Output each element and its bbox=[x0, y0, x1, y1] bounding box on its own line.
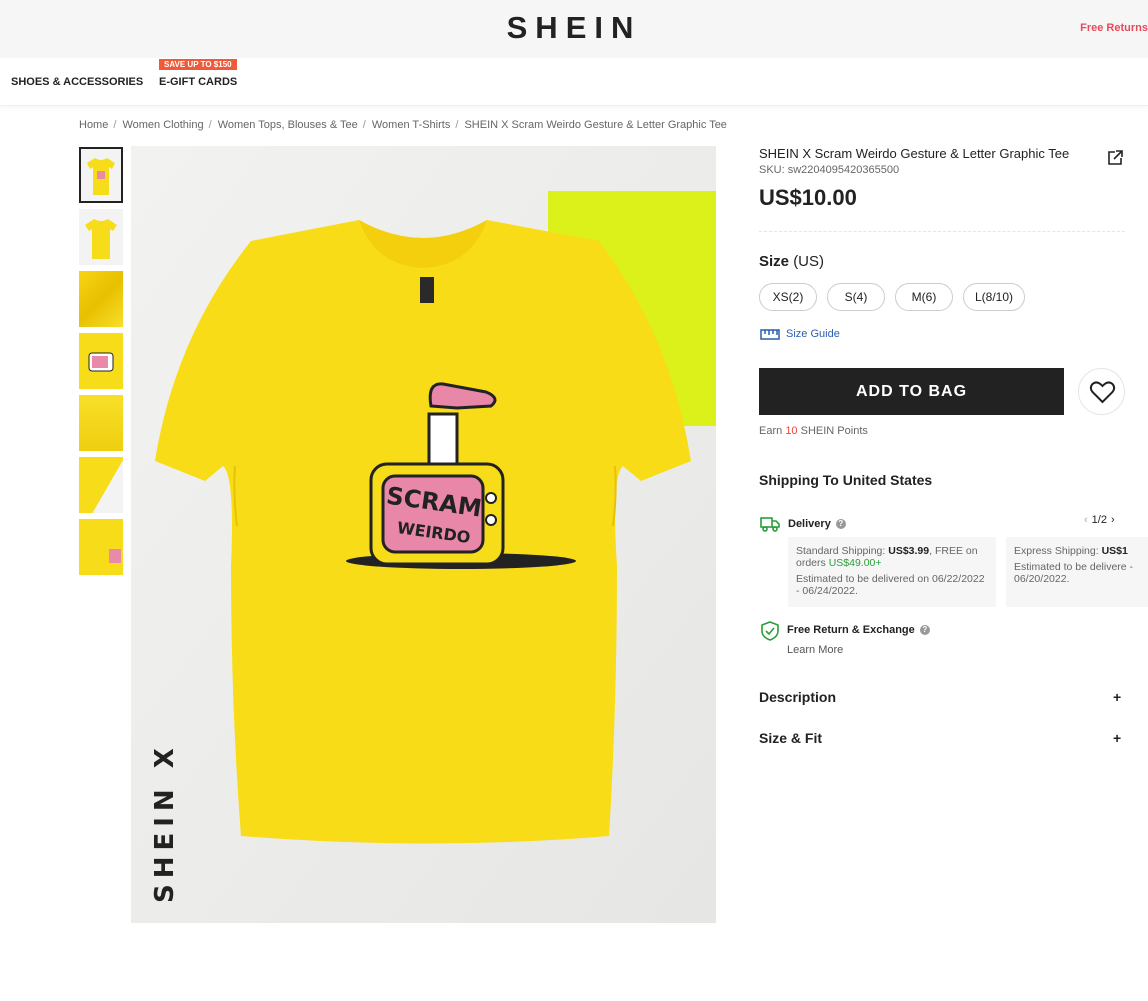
shein-logo[interactable]: SHEIN bbox=[0, 10, 1148, 46]
shein-points-text: Earn 10 SHEIN Points bbox=[759, 425, 868, 437]
thumbnail-4[interactable] bbox=[79, 333, 123, 389]
shipping-heading: Shipping To United States bbox=[759, 472, 933, 488]
learn-more-link[interactable]: Learn More bbox=[787, 644, 843, 656]
size-guide-link[interactable]: Size Guide bbox=[760, 328, 840, 340]
description-expand-icon[interactable]: + bbox=[1113, 689, 1121, 705]
thumbnail-3[interactable] bbox=[79, 271, 123, 327]
breadcrumb-women-tshirts[interactable]: Women T-Shirts bbox=[372, 119, 450, 131]
free-return-label: Free Return & Exchange ? bbox=[787, 624, 930, 636]
nav-bar: SHOES & ACCESSORIES SAVE UP TO $150 E-GI… bbox=[0, 58, 1148, 106]
thumbnail-6[interactable] bbox=[79, 457, 123, 513]
heart-icon bbox=[1089, 381, 1116, 404]
chevron-left-icon[interactable]: ‹ bbox=[1084, 514, 1088, 526]
size-fit-expand-icon[interactable]: + bbox=[1113, 730, 1121, 746]
shield-check-icon bbox=[761, 621, 779, 641]
breadcrumb-home[interactable]: Home bbox=[79, 119, 108, 131]
main-product-image[interactable]: SCRAM WEIRDO SHEIN X bbox=[131, 146, 716, 923]
size-fit-accordion[interactable]: Size & Fit bbox=[759, 730, 822, 746]
breadcrumb: Home / Women Clothing / Women Tops, Blouse… bbox=[79, 119, 727, 131]
help-icon[interactable]: ? bbox=[835, 519, 846, 530]
top-bar: SHEIN Free Returns bbox=[0, 0, 1148, 58]
size-option-s[interactable]: S(4) bbox=[827, 283, 885, 311]
breadcrumb-current-product: SHEIN X Scram Weirdo Gesture & Letter Gr… bbox=[464, 119, 727, 131]
product-title: SHEIN X Scram Weirdo Gesture & Letter Gr… bbox=[759, 146, 1070, 161]
description-accordion[interactable]: Description bbox=[759, 689, 836, 705]
nav-e-gift-cards[interactable]: E-GIFT CARDS bbox=[159, 76, 237, 88]
add-to-bag-button[interactable]: ADD TO BAG bbox=[759, 368, 1064, 415]
thumbnail-7[interactable] bbox=[79, 519, 123, 575]
size-option-l[interactable]: L(8/10) bbox=[963, 283, 1025, 311]
breadcrumb-women-tops[interactable]: Women Tops, Blouses & Tee bbox=[218, 119, 358, 131]
size-option-m[interactable]: M(6) bbox=[895, 283, 953, 311]
thumbnail-5[interactable] bbox=[79, 395, 123, 451]
ruler-icon bbox=[760, 329, 780, 340]
standard-shipping-card: Standard Shipping: US$3.99, FREE on orde… bbox=[788, 537, 996, 607]
chevron-right-icon[interactable]: › bbox=[1111, 514, 1115, 526]
help-icon[interactable]: ? bbox=[919, 625, 930, 636]
product-sku: SKU: sw2204095420365500 bbox=[759, 164, 900, 176]
breadcrumb-women-clothing[interactable]: Women Clothing bbox=[122, 119, 203, 131]
express-shipping-card: Express Shipping: US$1 Estimated to be d… bbox=[1006, 537, 1148, 607]
gift-card-badge: SAVE UP TO $150 bbox=[159, 59, 237, 70]
thumbnail-list bbox=[79, 147, 123, 581]
thumbnail-2[interactable] bbox=[79, 209, 123, 265]
truck-icon bbox=[760, 517, 780, 532]
shein-x-watermark: SHEIN X bbox=[150, 742, 180, 903]
delivery-label: Delivery ? bbox=[788, 518, 846, 530]
divider bbox=[759, 231, 1125, 232]
svg-text:SHEIN X: SHEIN X bbox=[150, 742, 180, 903]
share-icon[interactable] bbox=[1106, 149, 1124, 172]
size-option-xs[interactable]: XS(2) bbox=[759, 283, 817, 311]
product-price: US$10.00 bbox=[759, 185, 857, 210]
wishlist-button[interactable] bbox=[1078, 368, 1125, 415]
shipping-pager: ‹ 1/2 › bbox=[1084, 514, 1115, 526]
size-label: Size (US) bbox=[759, 253, 825, 270]
free-returns-link[interactable]: Free Returns bbox=[1080, 22, 1148, 34]
thumbnail-1[interactable] bbox=[79, 147, 123, 203]
nav-shoes-accessories[interactable]: SHOES & ACCESSORIES bbox=[11, 76, 143, 88]
